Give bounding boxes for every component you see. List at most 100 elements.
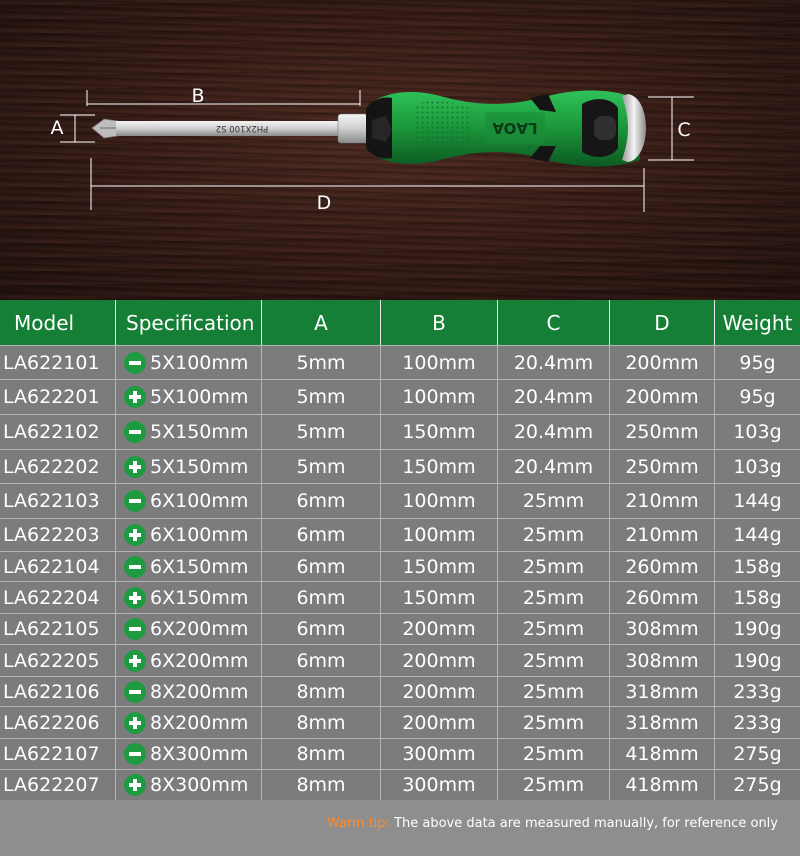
weight-cell: 95g <box>739 351 776 374</box>
table-row: LA622202 5X150mm 5mm 150mm 20.4mm 250mm 103g <box>0 449 800 483</box>
d-value-cell: 308mm <box>610 645 715 676</box>
a-value-cell: 8mm <box>262 770 381 800</box>
dimension-c-label: C <box>677 119 690 141</box>
specification-cell: 6X150mm <box>116 582 262 613</box>
model-cell: LA622207 <box>0 770 116 800</box>
c-value-cell: 20.4mm <box>498 346 610 379</box>
column-header-model: Model <box>0 300 116 345</box>
c-value-cell: 25mm <box>498 645 610 676</box>
specification-text: 5X100mm <box>150 351 249 374</box>
table-row: LA622105 6X200mm 6mm 200mm 25mm 308mm 190g <box>0 613 800 644</box>
b-value-cell: 200mm <box>381 707 498 738</box>
b-value-cell: 100mm <box>381 346 498 379</box>
table-row: LA622103 6X100mm 6mm 100mm 25mm 210mm 144g <box>0 483 800 518</box>
warm-tip-label: Warm tip: <box>326 816 391 831</box>
a-value-cell: 5mm <box>262 346 381 379</box>
d-value-cell: 250mm <box>610 450 715 483</box>
weight-cell: 275g <box>733 774 782 796</box>
b-value-cell: 100mm <box>381 484 498 518</box>
specification-text: 8X200mm <box>150 680 249 703</box>
table-row: LA622106 8X200mm 8mm 200mm 25mm 318mm 233g <box>0 676 800 706</box>
a-value-cell: 6mm <box>262 645 381 676</box>
c-value-cell: 25mm <box>498 677 610 706</box>
shaft-marking: PH2X100 S2 <box>216 123 268 133</box>
weight-cell: 103g <box>733 421 782 443</box>
c-value-cell: 25mm <box>498 484 610 518</box>
d-value-cell: 210mm <box>610 519 715 551</box>
b-value-cell: 200mm <box>381 614 498 644</box>
weight-cell: 233g <box>733 680 782 703</box>
minus-icon <box>124 490 146 512</box>
minus-icon <box>124 555 146 578</box>
weight-cell: 275g <box>733 743 782 765</box>
table-row: LA622107 8X300mm 8mm 300mm 25mm 418mm 275g <box>0 738 800 769</box>
weight-cell: 144g <box>733 524 782 546</box>
model-cell: LA622203 <box>0 519 116 551</box>
footer-note: Warm tip: The above data are measured man… <box>327 816 778 831</box>
plus-icon <box>124 711 146 734</box>
dimension-a-label: A <box>51 117 64 139</box>
specification-text: 6X150mm <box>150 586 249 609</box>
table-row: LA622101 5X100mm 5mm 100mm 20.4mm 200mm 95g <box>0 345 800 379</box>
b-value-cell: 200mm <box>381 677 498 706</box>
weight-cell: 158g <box>733 586 782 609</box>
weight-cell: 190g <box>733 649 782 672</box>
model-cell: LA622101 <box>0 346 116 379</box>
specification-text: 8X200mm <box>150 711 249 734</box>
specification-cell: 8X200mm <box>116 677 262 706</box>
a-value-cell: 8mm <box>262 739 381 769</box>
table-row: LA622203 6X100mm 6mm 100mm 25mm 210mm 144g <box>0 518 800 551</box>
d-value-cell: 210mm <box>610 484 715 518</box>
weight-cell: 95g <box>739 386 776 408</box>
column-header-b: B <box>381 300 498 345</box>
b-value-cell: 200mm <box>381 645 498 676</box>
table-row: LA622206 8X200mm 8mm 200mm 25mm 318mm 233g <box>0 706 800 738</box>
a-value-cell: 5mm <box>262 415 381 449</box>
specification-cell: 5X150mm <box>116 450 262 483</box>
c-value-cell: 25mm <box>498 582 610 613</box>
b-value-cell: 150mm <box>381 450 498 483</box>
b-value-cell: 150mm <box>381 582 498 613</box>
specification-text: 5X100mm <box>150 386 249 408</box>
specification-text: 5X150mm <box>150 455 249 478</box>
product-diagram: B A C D PH2X100 S2 LAOA <box>0 0 800 300</box>
model-cell: LA622107 <box>0 739 116 769</box>
d-value-cell: 260mm <box>610 582 715 613</box>
plus-icon <box>124 649 146 672</box>
model-cell: LA622202 <box>0 450 116 483</box>
d-value-cell: 250mm <box>610 415 715 449</box>
specification-cell: 6X100mm <box>116 484 262 518</box>
minus-icon <box>124 680 146 703</box>
plus-icon <box>124 586 146 609</box>
column-header-d: D <box>610 300 715 345</box>
table-header-row: Model Specification A B C D Weight <box>0 300 800 345</box>
d-value-cell: 200mm <box>610 380 715 414</box>
minus-icon <box>124 743 146 765</box>
specification-text: 5X150mm <box>150 421 249 443</box>
b-value-cell: 300mm <box>381 770 498 800</box>
table-row: LA622204 6X150mm 6mm 150mm 25mm 260mm 158g <box>0 581 800 613</box>
d-value-cell: 318mm <box>610 677 715 706</box>
specification-text: 6X100mm <box>150 524 249 546</box>
a-value-cell: 6mm <box>262 484 381 518</box>
d-value-cell: 318mm <box>610 707 715 738</box>
c-value-cell: 20.4mm <box>498 380 610 414</box>
model-cell: LA622102 <box>0 415 116 449</box>
warm-tip-text: The above data are measured manually, fo… <box>394 816 778 831</box>
footer: Warm tip: The above data are measured man… <box>0 812 800 856</box>
model-cell: LA622104 <box>0 552 116 581</box>
weight-cell: 158g <box>733 555 782 578</box>
specification-text: 8X300mm <box>150 774 249 796</box>
plus-icon <box>124 524 146 546</box>
plus-icon <box>124 455 146 478</box>
column-header-c: C <box>498 300 610 345</box>
b-value-cell: 150mm <box>381 415 498 449</box>
model-cell: LA622204 <box>0 582 116 613</box>
specification-cell: 6X200mm <box>116 614 262 644</box>
weight-cell: 190g <box>733 618 782 640</box>
table-row: LA622104 6X150mm 6mm 150mm 25mm 260mm 158g <box>0 551 800 581</box>
c-value-cell: 25mm <box>498 770 610 800</box>
a-value-cell: 6mm <box>262 519 381 551</box>
dimension-d-label: D <box>317 192 332 214</box>
weight-cell: 233g <box>733 711 782 734</box>
